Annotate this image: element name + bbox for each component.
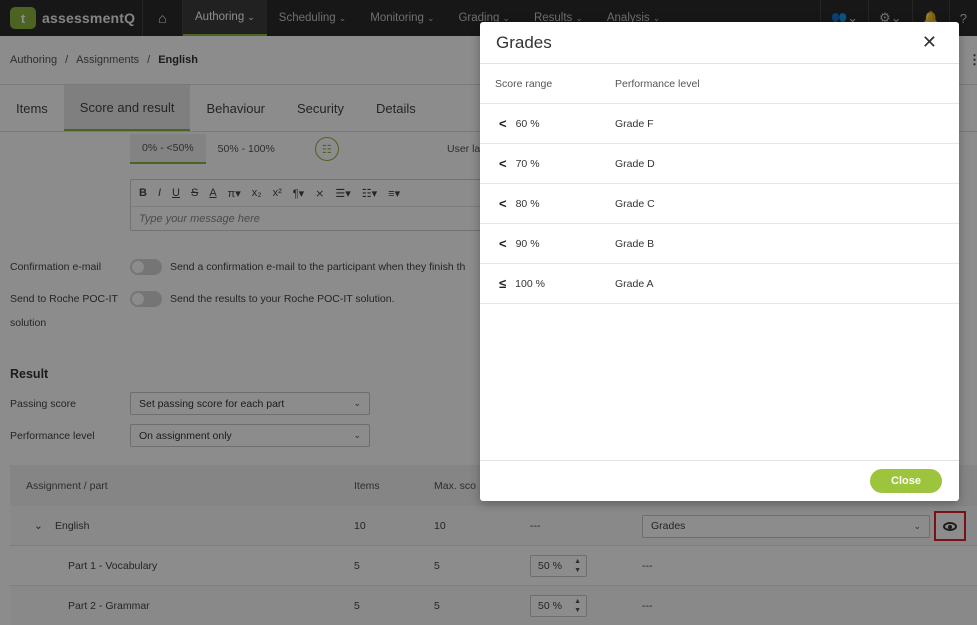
grade-level: Grade D bbox=[615, 157, 655, 170]
score-value: 100 % bbox=[515, 277, 545, 290]
dialog-header: Grades ✕ bbox=[480, 22, 959, 64]
score-range: <90 % bbox=[499, 224, 540, 263]
grade-level: Grade C bbox=[615, 197, 655, 210]
close-button[interactable]: Close bbox=[870, 469, 942, 493]
close-icon[interactable]: ✕ bbox=[922, 32, 937, 53]
header-performance-level: Performance level bbox=[615, 77, 700, 90]
dialog-title: Grades bbox=[496, 32, 552, 52]
grade-row: <60 % Grade F bbox=[480, 104, 959, 144]
less-than-icon: < bbox=[499, 156, 507, 171]
score-range: <70 % bbox=[499, 144, 540, 183]
score-value: 90 % bbox=[515, 237, 540, 250]
less-than-icon: < bbox=[499, 196, 507, 211]
grade-row: <80 % Grade C bbox=[480, 184, 959, 224]
less-or-equal-icon: ≤ bbox=[499, 276, 507, 291]
grades-dialog: Grades ✕ Score range Performance level <… bbox=[480, 22, 959, 501]
less-than-icon: < bbox=[499, 236, 507, 251]
dialog-footer: Close bbox=[480, 460, 959, 501]
grade-level: Grade F bbox=[615, 117, 654, 130]
score-value: 60 % bbox=[515, 117, 540, 130]
grade-level: Grade B bbox=[615, 237, 655, 250]
grade-row: ≤100 % Grade A bbox=[480, 264, 959, 304]
grade-row: <70 % Grade D bbox=[480, 144, 959, 184]
header-score-range: Score range bbox=[495, 77, 553, 90]
score-value: 80 % bbox=[515, 197, 540, 210]
score-range: <80 % bbox=[499, 184, 540, 223]
grades-table-header: Score range Performance level bbox=[480, 64, 959, 104]
score-range: <60 % bbox=[499, 104, 540, 143]
grade-level: Grade A bbox=[615, 277, 654, 290]
score-value: 70 % bbox=[515, 157, 540, 170]
score-range: ≤100 % bbox=[499, 264, 545, 303]
less-than-icon: < bbox=[499, 116, 507, 131]
grade-row: <90 % Grade B bbox=[480, 224, 959, 264]
